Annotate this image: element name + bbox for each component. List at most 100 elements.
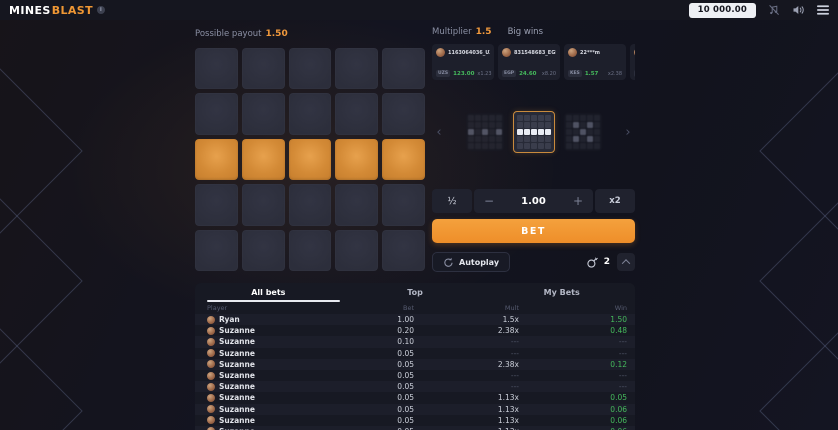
win-amount: 24.60 bbox=[519, 71, 536, 77]
possible-payout-label: Possible payout bbox=[195, 29, 262, 39]
bet-multiplier: 1.5x bbox=[414, 315, 519, 324]
mine-tile-r1c3[interactable] bbox=[289, 48, 332, 89]
mine-tile-r5c2[interactable] bbox=[242, 230, 285, 271]
diamond-decoration bbox=[0, 169, 83, 392]
bet-amount: 0.10 bbox=[329, 337, 414, 346]
diamond-decoration bbox=[0, 39, 83, 262]
mine-tile-r5c1[interactable] bbox=[195, 230, 238, 271]
bet-amount: 0.05 bbox=[329, 349, 414, 358]
multiplier-label: Multiplier bbox=[432, 27, 472, 37]
mine-tile-r5c4[interactable] bbox=[335, 230, 378, 271]
multiplier-value: 1.5 bbox=[476, 27, 492, 37]
double-bet-button[interactable]: x2 bbox=[595, 189, 635, 213]
player-avatar bbox=[207, 316, 215, 324]
player-avatar bbox=[502, 48, 511, 57]
bet-player-cell: Suzanne bbox=[207, 393, 329, 402]
bet-controls: ½ − 1.00 + x2 bbox=[432, 189, 635, 213]
mines-count-display[interactable]: 2 bbox=[586, 256, 610, 269]
mine-tile-r4c2[interactable] bbox=[242, 184, 285, 225]
mine-grid bbox=[195, 48, 425, 271]
mine-tile-r1c1[interactable] bbox=[195, 48, 238, 89]
bet-row: Suzanne0.051.13x0.05 bbox=[195, 392, 635, 403]
pattern-carousel-track bbox=[446, 111, 621, 153]
header-win: Win bbox=[519, 304, 627, 312]
mine-tile-r4c1[interactable] bbox=[195, 184, 238, 225]
volume-icon[interactable] bbox=[792, 4, 805, 16]
app-logo: MINESBLAST i bbox=[9, 4, 105, 17]
info-icon[interactable]: i bbox=[97, 6, 105, 14]
mine-tile-r5c5[interactable] bbox=[382, 230, 425, 271]
mine-tile-r2c2[interactable] bbox=[242, 93, 285, 134]
mine-tile-r2c1[interactable] bbox=[195, 93, 238, 134]
big-win-card-top: 831548683_EGP bbox=[502, 48, 556, 57]
mine-tile-r3c3[interactable] bbox=[289, 139, 332, 180]
tab-all-bets[interactable]: All bets bbox=[195, 283, 342, 302]
mine-tile-r1c5[interactable] bbox=[382, 48, 425, 89]
game-column: Possible payout 1.50 bbox=[195, 20, 425, 272]
mine-tile-r2c4[interactable] bbox=[335, 93, 378, 134]
tab-top[interactable]: Top bbox=[342, 283, 489, 302]
pattern-preview-2[interactable] bbox=[513, 111, 555, 153]
mine-tile-r5c3[interactable] bbox=[289, 230, 332, 271]
player-avatar bbox=[207, 372, 215, 380]
mine-tile-r3c5[interactable] bbox=[382, 139, 425, 180]
bet-multiplier: --- bbox=[414, 371, 519, 380]
player-name: Suzanne bbox=[219, 371, 255, 380]
player-avatar bbox=[207, 416, 215, 424]
header-bet: Bet bbox=[329, 304, 414, 312]
mine-tile-r4c4[interactable] bbox=[335, 184, 378, 225]
player-name: Suzanne bbox=[219, 360, 255, 369]
win-amount: 123.00 bbox=[453, 71, 474, 77]
diamond-decoration bbox=[759, 169, 838, 392]
mine-tile-r3c1[interactable] bbox=[195, 139, 238, 180]
bet-player-cell: Suzanne bbox=[207, 405, 329, 414]
logo-mines: MINES bbox=[9, 4, 51, 17]
player-avatar bbox=[634, 48, 635, 57]
bet-win: 0.48 bbox=[519, 326, 627, 335]
player-avatar bbox=[207, 394, 215, 402]
tab-my-bets[interactable]: My Bets bbox=[488, 283, 635, 302]
mine-tile-r4c5[interactable] bbox=[382, 184, 425, 225]
mine-tile-r2c5[interactable] bbox=[382, 93, 425, 134]
big-win-card-top: 1163064036_UZS bbox=[436, 48, 490, 57]
bet-row: Suzanne0.051.13x0.06 bbox=[195, 426, 635, 430]
bet-multiplier: 1.13x bbox=[414, 393, 519, 402]
mine-tile-r1c2[interactable] bbox=[242, 48, 285, 89]
big-wins-label: Big wins bbox=[508, 27, 543, 37]
player-name: Suzanne bbox=[219, 337, 255, 346]
possible-payout: Possible payout 1.50 bbox=[195, 20, 425, 48]
bet-amount-value[interactable]: 1.00 bbox=[504, 196, 563, 207]
player-avatar bbox=[207, 405, 215, 413]
menu-icon[interactable] bbox=[817, 5, 829, 15]
bet-win: --- bbox=[519, 382, 627, 391]
carousel-prev-icon[interactable]: ‹ bbox=[432, 126, 446, 139]
pattern-preview-3[interactable] bbox=[564, 113, 602, 151]
player-name: Suzanne bbox=[219, 349, 255, 358]
increase-bet-button[interactable]: + bbox=[563, 194, 593, 208]
mine-tile-r2c3[interactable] bbox=[289, 93, 332, 134]
big-win-card-top: 22***m bbox=[568, 48, 622, 57]
pattern-preview-1[interactable] bbox=[466, 113, 504, 151]
bet-row: Suzanne0.051.13x0.06 bbox=[195, 404, 635, 415]
bet-multiplier: 2.38x bbox=[414, 326, 519, 335]
header-player: Player bbox=[207, 304, 329, 312]
player-name: Suzanne bbox=[219, 416, 255, 425]
mines-expand-button[interactable] bbox=[617, 253, 635, 271]
mine-tile-r3c4[interactable] bbox=[335, 139, 378, 180]
music-muted-icon[interactable] bbox=[768, 4, 780, 16]
half-bet-button[interactable]: ½ bbox=[432, 189, 472, 213]
possible-payout-value: 1.50 bbox=[266, 29, 288, 39]
mine-tile-r1c4[interactable] bbox=[335, 48, 378, 89]
player-name: Ryan bbox=[219, 315, 240, 324]
autoplay-button[interactable]: Autoplay bbox=[432, 252, 510, 272]
autoplay-label: Autoplay bbox=[459, 258, 499, 267]
big-win-card-bottom: KES1.57x2.38 bbox=[568, 70, 622, 77]
bet-button[interactable]: BET bbox=[432, 219, 635, 243]
currency-badge: EGP bbox=[502, 70, 516, 77]
bet-amount: 0.20 bbox=[329, 326, 414, 335]
decrease-bet-button[interactable]: − bbox=[474, 194, 504, 208]
mine-tile-r4c3[interactable] bbox=[289, 184, 332, 225]
mine-tile-r3c2[interactable] bbox=[242, 139, 285, 180]
carousel-next-icon[interactable]: › bbox=[621, 126, 635, 139]
bet-row: Suzanne0.05------ bbox=[195, 370, 635, 381]
